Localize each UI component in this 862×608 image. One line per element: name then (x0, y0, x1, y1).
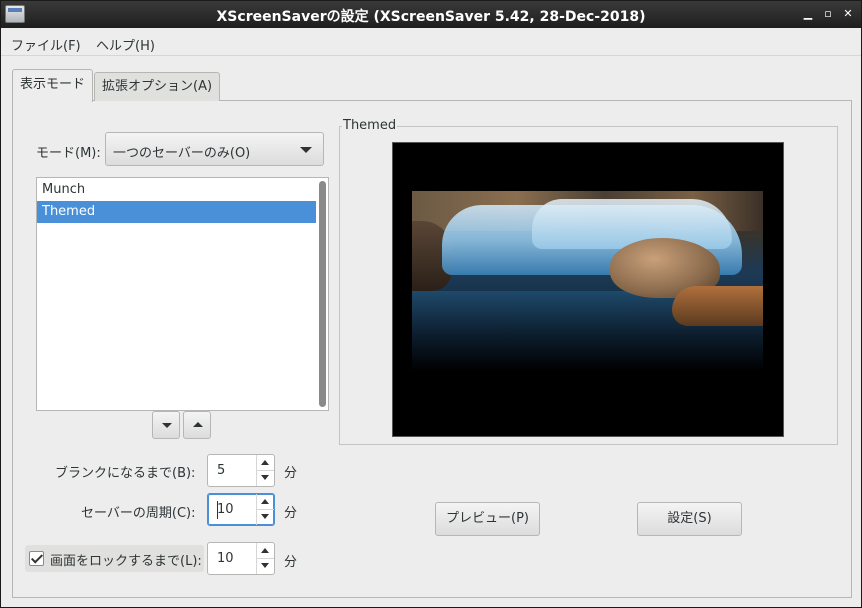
arrow-down-icon (162, 423, 172, 428)
cycle-spinner[interactable]: 10 (207, 493, 275, 526)
lock-checkbox-row[interactable]: 画面をロックするまで(L): (25, 545, 204, 572)
lock-label: 画面をロックするまで(L): (50, 554, 202, 569)
preview-button[interactable]: プレビュー(P) (435, 502, 540, 536)
close-icon[interactable]: ✕ (840, 6, 856, 22)
blank-after-unit: 分 (284, 466, 298, 481)
mode-selected-value: 一つのセーバーのみ(O) (113, 146, 251, 161)
lock-value: 10 (217, 551, 234, 566)
lock-unit: 分 (284, 555, 298, 570)
preview-frame-label: Themed (342, 118, 398, 133)
mode-label: モード(M): (36, 146, 101, 161)
menu-help[interactable]: ヘルプ(H) (96, 35, 155, 54)
text-caret (217, 501, 218, 519)
move-up-button[interactable] (183, 411, 211, 439)
cycle-value: 10 (217, 502, 234, 517)
checkmark-icon[interactable] (29, 551, 44, 566)
list-scrollbar[interactable] (319, 181, 326, 407)
blank-after-label: ブランクになるまで(B): (55, 466, 196, 481)
increment-icon[interactable] (261, 460, 269, 465)
window-title: XScreenSaverの設定 (XScreenSaver 5.42, 28-D… (216, 9, 646, 25)
cycle-label: セーバーの周期(C): (81, 506, 196, 521)
blank-after-value: 5 (217, 463, 226, 478)
chevron-down-icon (300, 147, 312, 153)
saver-list-item[interactable]: Munch (37, 179, 316, 201)
increment-icon[interactable] (261, 548, 269, 553)
tab-advanced[interactable]: 拡張オプション(A) (94, 72, 221, 101)
menu-bar: ファイル(F) ヘルプ(H) (1, 29, 861, 56)
maximize-icon[interactable]: ▫ (820, 6, 836, 22)
mode-dropdown[interactable]: 一つのセーバーのみ(O) (105, 132, 324, 166)
move-down-button[interactable] (152, 411, 180, 439)
menu-file[interactable]: ファイル(F) (11, 35, 81, 54)
minimize-icon[interactable]: ▁ (800, 6, 816, 22)
saver-list[interactable]: Munch Themed (36, 177, 329, 411)
cycle-unit: 分 (284, 506, 298, 521)
arrow-up-icon (193, 422, 203, 427)
saver-list-item-selected[interactable]: Themed (37, 201, 316, 223)
lock-spinner[interactable]: 10 (207, 542, 275, 575)
blank-after-spinner[interactable]: 5 (207, 454, 275, 487)
decrement-icon[interactable] (261, 514, 269, 519)
settings-button[interactable]: 設定(S) (637, 502, 742, 536)
title-bar[interactable]: XScreenSaverの設定 (XScreenSaver 5.42, 28-D… (1, 1, 861, 28)
waterfall-preview-image (412, 191, 763, 371)
xscreensaver-settings-window: XScreenSaverの設定 (XScreenSaver 5.42, 28-D… (0, 0, 862, 608)
tab-display-modes[interactable]: 表示モード (12, 69, 94, 102)
decrement-icon[interactable] (261, 475, 269, 480)
increment-icon[interactable] (261, 499, 269, 504)
decrement-icon[interactable] (261, 563, 269, 568)
